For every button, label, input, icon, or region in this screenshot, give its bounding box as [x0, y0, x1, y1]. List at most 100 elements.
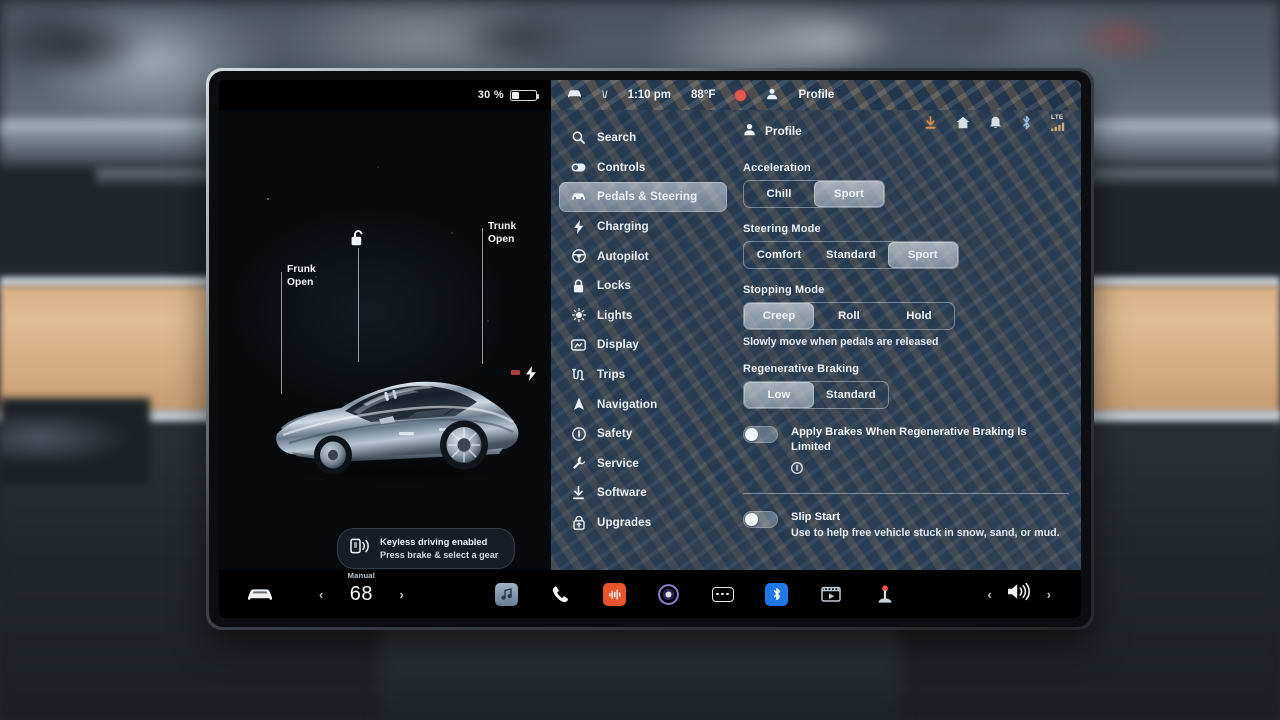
status-bar-right: \/ 1:10 pm 88°F Profile: [551, 80, 1081, 110]
browser-icon[interactable]: [657, 582, 681, 606]
sidebar-item-safety[interactable]: Safety: [559, 419, 727, 449]
profile-person-icon[interactable]: [766, 88, 778, 103]
sidebar-label: Software: [597, 486, 647, 500]
charge-bolt-icon: [525, 366, 537, 386]
regen-braking-segmented-control[interactable]: Low Standard: [743, 381, 889, 409]
search-icon: [571, 131, 586, 145]
temp-increase-button[interactable]: ›: [399, 587, 403, 602]
sidebar-label: Upgrades: [597, 516, 652, 530]
slip-start-row[interactable]: Slip Start Use to help free vehicle stuc…: [743, 509, 1069, 541]
status-time-prefix: \/: [602, 89, 608, 101]
unlocked-padlock-icon[interactable]: [349, 228, 367, 253]
sidebar-label: Trips: [597, 368, 626, 382]
person-icon: [743, 123, 756, 139]
bottom-control-bar[interactable]: ‹ Manual 68 › ‹ ›: [219, 570, 1081, 618]
status-time: 1:10 pm: [627, 89, 672, 101]
settings-divider: [743, 493, 1069, 495]
volume-icon[interactable]: [1007, 582, 1032, 606]
car-status-icon[interactable]: [567, 88, 582, 102]
media-music-icon[interactable]: [495, 582, 519, 606]
more-dots-icon[interactable]: [711, 582, 735, 606]
arcade-joystick-icon[interactable]: [873, 582, 897, 606]
bluetooth-icon[interactable]: [1021, 115, 1032, 130]
sidebar-item-lights[interactable]: Lights: [559, 301, 727, 331]
touchscreen-frame: Frunk Open Trunk Open Keyless driving en…: [209, 71, 1091, 627]
sidebar-item-navigation[interactable]: Navigation: [559, 389, 727, 419]
sidebar-item-software[interactable]: Software: [559, 478, 727, 508]
lte-signal-icon[interactable]: LTE: [1051, 114, 1065, 131]
settings-panel[interactable]: Search Controls Pedals & Steering Chargi…: [551, 110, 1081, 570]
bell-icon[interactable]: [989, 116, 1002, 130]
vehicle-3d-model[interactable]: [267, 342, 529, 487]
apply-brakes-row[interactable]: Apply Brakes When Regenerative Braking I…: [743, 424, 1069, 478]
navigation-arrow-icon: [571, 397, 586, 411]
sidebar-item-search[interactable]: Search: [559, 123, 727, 153]
info-icon[interactable]: [791, 461, 803, 479]
sidebar-item-upgrades[interactable]: Upgrades: [559, 508, 727, 538]
acceleration-option-chill[interactable]: Chill: [744, 181, 814, 207]
lock-icon: [571, 279, 586, 293]
steering-stalk: [0, 398, 150, 484]
sidebar-item-pedals-steering[interactable]: Pedals & Steering: [559, 182, 727, 212]
volume-control[interactable]: ‹ ›: [987, 582, 1065, 606]
tesla-touchscreen[interactable]: Frunk Open Trunk Open Keyless driving en…: [219, 80, 1081, 618]
battery-status-group[interactable]: 30 %: [219, 80, 551, 110]
sidebar-item-charging[interactable]: Charging: [559, 212, 727, 242]
apply-brakes-title: Apply Brakes When Regenerative Braking I…: [791, 426, 1027, 453]
sidebar-label: Service: [597, 456, 639, 470]
sidebar-label: Lights: [597, 308, 633, 322]
bolt-icon: [571, 219, 586, 234]
steering-option-sport[interactable]: Sport: [887, 242, 958, 268]
steering-option-comfort[interactable]: Comfort: [744, 242, 814, 268]
keyless-driving-notification[interactable]: Keyless driving enabled Press brake & se…: [337, 528, 516, 569]
sidebar-item-trips[interactable]: Trips: [559, 360, 727, 390]
stopping-option-creep[interactable]: Creep: [744, 303, 814, 329]
sidebar-item-locks[interactable]: Locks: [559, 271, 727, 301]
apply-brakes-toggle[interactable]: [743, 426, 778, 443]
vehicle-button[interactable]: [235, 587, 319, 602]
download-icon[interactable]: [924, 115, 937, 130]
status-bar: 30 % \/ 1:10 pm 88°F Profile: [219, 80, 1081, 110]
status-profile-label[interactable]: Profile: [798, 89, 834, 101]
volume-next-button[interactable]: ›: [1047, 587, 1051, 602]
theater-video-icon[interactable]: [819, 582, 843, 606]
phone-icon[interactable]: [549, 582, 573, 606]
sidebar-label: Safety: [597, 427, 633, 441]
sidebar-label: Search: [597, 131, 637, 145]
settings-content[interactable]: Profile Acceleration Chill Sport Steerin…: [735, 110, 1081, 570]
slip-start-title: Slip Start: [791, 511, 841, 524]
sidebar-item-controls[interactable]: Controls: [559, 153, 727, 183]
slip-start-toggle[interactable]: [743, 511, 778, 529]
acceleration-option-sport[interactable]: Sport: [814, 181, 884, 207]
temp-decrease-button[interactable]: ‹: [319, 587, 323, 602]
steering-option-standard[interactable]: Standard: [814, 242, 888, 268]
sidebar-item-autopilot[interactable]: Autopilot: [559, 241, 727, 271]
app-launcher-row[interactable]: [404, 582, 988, 606]
volume-prev-button[interactable]: ‹: [987, 587, 991, 602]
sidebar-label: Display: [597, 338, 639, 352]
recording-indicator-icon[interactable]: [735, 89, 747, 101]
home-icon[interactable]: [956, 116, 970, 129]
acceleration-segmented-control[interactable]: Chill Sport: [743, 180, 885, 208]
regen-option-low[interactable]: Low: [744, 382, 814, 408]
frunk-label-line2: Open: [287, 277, 314, 289]
sidebar-label: Charging: [597, 220, 649, 234]
bluetooth-icon[interactable]: [765, 582, 789, 606]
status-icons-group[interactable]: LTE: [924, 114, 1065, 131]
steering-mode-segmented-control[interactable]: Comfort Standard Sport: [743, 241, 959, 269]
stopping-mode-segmented-control[interactable]: Creep Roll Hold: [743, 302, 955, 330]
settings-sidebar[interactable]: Search Controls Pedals & Steering Chargi…: [551, 110, 735, 570]
stopping-option-roll[interactable]: Roll: [814, 303, 884, 329]
air-vent-right: [1090, 168, 1280, 186]
audio-waveform-icon[interactable]: [603, 582, 627, 606]
sidebar-item-service[interactable]: Service: [559, 449, 727, 479]
sidebar-item-display[interactable]: Display: [559, 330, 727, 360]
trips-icon: [571, 368, 586, 381]
regen-option-standard[interactable]: Standard: [814, 382, 888, 408]
battery-icon: [510, 89, 540, 101]
sidebar-label: Navigation: [597, 397, 658, 411]
stopping-option-hold[interactable]: Hold: [884, 303, 954, 329]
temperature-display[interactable]: Manual 68: [334, 571, 388, 606]
display-icon: [571, 339, 586, 351]
climate-control[interactable]: ‹ Manual 68 ›: [319, 571, 404, 606]
